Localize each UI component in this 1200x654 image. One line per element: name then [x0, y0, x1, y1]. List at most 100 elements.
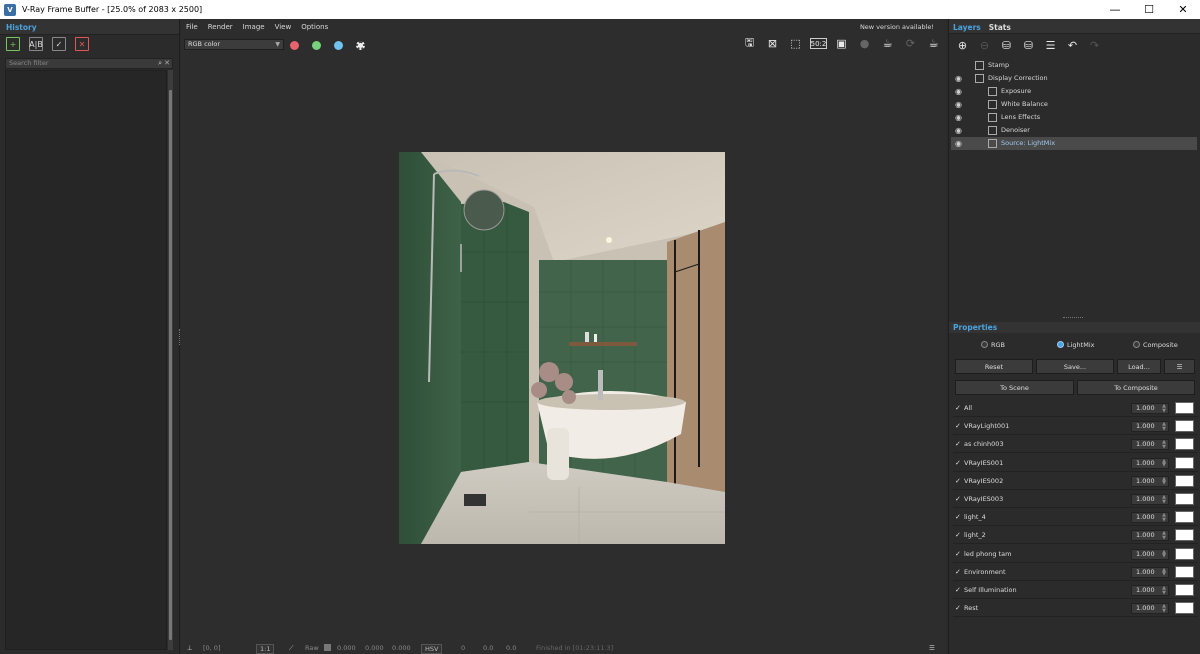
load-from-history-icon[interactable]: ✓ [52, 37, 66, 51]
zoom-level-icon[interactable]: 50:2 [810, 38, 827, 49]
ab-compare-icon[interactable]: A|B [29, 37, 43, 51]
save-button[interactable]: Save... [1036, 359, 1114, 374]
layer-row[interactable]: ◉ White Balance [951, 98, 1197, 111]
light-color-swatch[interactable] [1175, 602, 1194, 615]
reset-button[interactable]: Reset [955, 359, 1033, 374]
light-intensity-field[interactable]: 1.000 ▲ ▼ [1131, 530, 1169, 542]
search-icon[interactable]: ⌕ [158, 59, 162, 68]
spinner-icon[interactable]: ▲ ▼ [1162, 404, 1166, 414]
ratio-select[interactable]: 1:1 [256, 644, 275, 654]
clear-filter-icon[interactable]: ✕ [164, 59, 170, 68]
eye-icon[interactable]: ◉ [955, 85, 962, 98]
light-intensity-field[interactable]: 1.000 ▲ ▼ [1131, 585, 1169, 596]
spinner-icon[interactable]: ▲ ▼ [1162, 513, 1166, 523]
follow-mouse-icon[interactable]: ▣ [833, 36, 850, 51]
light-color-swatch[interactable] [1175, 438, 1194, 451]
layer-row[interactable]: ◉ Lens Effects [951, 111, 1197, 124]
menu-options[interactable]: Options [296, 23, 333, 31]
light-intensity-field[interactable]: 1.000 ▲ ▼ [1131, 494, 1169, 505]
light-enable-checkbox[interactable]: ✓ [955, 513, 961, 521]
light-color-swatch[interactable] [1175, 529, 1194, 542]
load-layers-icon[interactable]: ⛁ [1021, 38, 1036, 53]
create-layer-icon[interactable]: ⊕ [955, 38, 970, 53]
layer-row[interactable]: ◉ Denoiser [951, 124, 1197, 137]
history-list[interactable] [5, 70, 167, 650]
layer-row[interactable]: ◉ Exposure [951, 85, 1197, 98]
eye-icon[interactable]: ◉ [955, 72, 962, 85]
color-space-select[interactable]: HSV [421, 644, 443, 654]
light-color-swatch[interactable] [1175, 565, 1194, 578]
light-enable-checkbox[interactable]: ✓ [955, 440, 961, 448]
light-enable-checkbox[interactable]: ✓ [955, 459, 961, 467]
log-icon[interactable]: ☰ [929, 644, 935, 652]
load-button[interactable]: Load... [1117, 359, 1161, 374]
undo-icon[interactable]: ↶ [1065, 38, 1080, 53]
light-intensity-field[interactable]: 1.000 ▲ ▼ [1131, 512, 1169, 524]
eye-icon[interactable]: ◉ [955, 124, 962, 137]
light-enable-checkbox[interactable]: ✓ [955, 477, 961, 485]
light-enable-checkbox[interactable]: ✓ [955, 422, 961, 430]
light-intensity-field[interactable]: 1.000 ▲ ▼ [1131, 566, 1169, 578]
spinner-icon[interactable]: ▲ ▼ [1162, 604, 1166, 614]
render-last-icon[interactable]: ☕ [879, 36, 896, 51]
light-color-swatch[interactable] [1175, 547, 1194, 560]
save-to-history-icon[interactable]: + [6, 37, 20, 51]
spinner-icon[interactable]: ▲ ▼ [1162, 495, 1166, 505]
to-scene-button[interactable]: To Scene [955, 380, 1074, 395]
layer-row[interactable]: Stamp [951, 59, 1197, 72]
menu-file[interactable]: File [181, 23, 203, 31]
green-channel-toggle[interactable] [312, 41, 321, 50]
spinner-icon[interactable]: ▲ ▼ [1162, 586, 1166, 596]
menu-render[interactable]: Render [203, 23, 238, 31]
panel-splitter[interactable] [1063, 317, 1083, 319]
render-icon[interactable]: ☕ [925, 36, 942, 51]
close-button[interactable]: ✕ [1166, 0, 1200, 19]
light-intensity-field[interactable]: 1.000 ▲ ▼ [1131, 603, 1169, 615]
light-enable-checkbox[interactable]: ✓ [955, 568, 961, 576]
options-list-icon[interactable]: ☰ [1164, 359, 1195, 374]
spinner-icon[interactable]: ▲ ▼ [1162, 567, 1166, 577]
menu-image[interactable]: Image [238, 23, 270, 31]
region-render-icon[interactable]: ⬚ [787, 36, 804, 51]
light-color-swatch[interactable] [1175, 402, 1194, 414]
spinner-icon[interactable]: ▲ ▼ [1162, 476, 1166, 486]
layer-row[interactable]: ◉ Source: LightMix [951, 137, 1197, 150]
light-color-swatch[interactable] [1175, 456, 1194, 469]
eyedropper-icon[interactable]: ⟋ [289, 644, 294, 653]
menu-view[interactable]: View [270, 23, 297, 31]
track-mouse-icon[interactable]: ● [856, 36, 873, 51]
tab-layers[interactable]: Layers [949, 19, 985, 33]
light-color-swatch[interactable] [1175, 493, 1194, 505]
delete-layer-icon[interactable]: ⊖ [977, 38, 992, 53]
save-layers-icon[interactable]: ⛁ [999, 38, 1014, 53]
save-image-icon[interactable]: 🖫 [741, 36, 758, 51]
light-color-swatch[interactable] [1175, 474, 1194, 487]
eye-icon[interactable]: ◉ [955, 137, 962, 150]
spinner-icon[interactable]: ▲ ▼ [1162, 531, 1166, 541]
light-color-swatch[interactable] [1175, 511, 1194, 524]
light-intensity-field[interactable]: 1.000 ▲ ▼ [1131, 403, 1169, 414]
maximize-button[interactable]: ☐ [1132, 0, 1166, 19]
spinner-icon[interactable]: ▲ ▼ [1162, 458, 1166, 468]
eye-icon[interactable]: ◉ [955, 111, 962, 124]
light-color-swatch[interactable] [1175, 420, 1194, 433]
light-intensity-field[interactable]: 1.000 ▲ ▼ [1131, 421, 1169, 433]
clear-image-icon[interactable]: ⊠ [764, 36, 781, 51]
tab-stats[interactable]: Stats [985, 19, 1015, 33]
left-splitter[interactable] [179, 329, 182, 345]
light-enable-checkbox[interactable]: ✓ [955, 586, 961, 594]
light-enable-checkbox[interactable]: ✓ [955, 604, 961, 612]
radio-lightmix[interactable]: LightMix [1057, 341, 1094, 349]
light-enable-checkbox[interactable]: ✓ [955, 531, 961, 539]
remove-history-icon[interactable]: ✕ [75, 37, 89, 51]
light-intensity-field[interactable]: 1.000 ▲ ▼ [1131, 548, 1169, 560]
spinner-icon[interactable]: ▲ ▼ [1162, 549, 1166, 559]
light-enable-checkbox[interactable]: ✓ [955, 550, 961, 558]
spinner-icon[interactable]: ▲ ▼ [1162, 422, 1166, 432]
blue-channel-toggle[interactable] [334, 41, 343, 50]
layer-list-icon[interactable]: ☰ [1043, 38, 1058, 53]
pixel-info-icon[interactable]: ⊥ [187, 644, 193, 652]
alpha-channel-toggle[interactable] [356, 41, 365, 50]
red-channel-toggle[interactable] [290, 41, 299, 50]
new-version-notice[interactable]: New version available! [860, 23, 934, 31]
